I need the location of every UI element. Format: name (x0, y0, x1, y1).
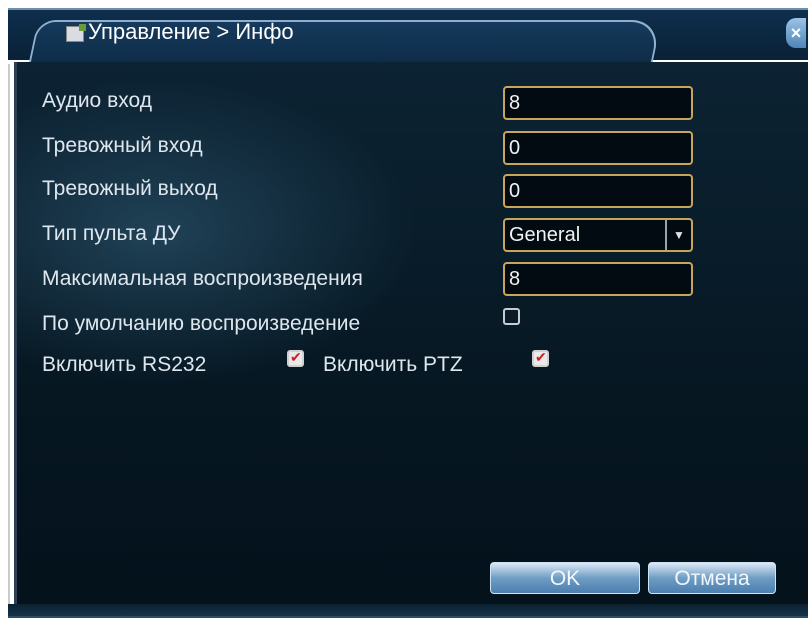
ptz-checkbox[interactable] (532, 349, 549, 367)
window-title: Управление > Инфо (88, 19, 294, 44)
rs232-checkbox[interactable] (287, 349, 304, 367)
max-playback-field[interactable]: 8 (503, 262, 693, 296)
alarm-in-label: Тревожный вход (42, 134, 203, 157)
remote-type-label: Тип пульта ДУ (42, 222, 181, 245)
ok-button[interactable]: OK (490, 562, 640, 594)
ptz-label: Включить PTZ (323, 353, 463, 376)
audio-in-label: Аудио вход (42, 89, 152, 112)
close-icon[interactable]: × (786, 18, 806, 48)
window-icon (66, 24, 86, 42)
audio-in-field[interactable]: 8 (503, 86, 693, 120)
alarm-in-field[interactable]: 0 (503, 131, 693, 165)
default-playback-checkbox[interactable] (503, 308, 520, 325)
alarm-out-field[interactable]: 0 (503, 174, 693, 208)
info-window: Управление > Инфо × Аудио вход 8 Тревожн… (0, 0, 808, 618)
rs232-label: Включить RS232 (42, 353, 207, 376)
alarm-out-label: Тревожный выход (42, 177, 218, 200)
cancel-button[interactable]: Отмена (648, 562, 776, 594)
default-playback-label: По умолчанию воспроизведение (42, 312, 361, 335)
remote-type-select[interactable]: General ▼ (503, 218, 693, 252)
remote-type-value: General (509, 224, 581, 246)
chevron-down-icon[interactable]: ▼ (665, 220, 691, 250)
max-playback-label: Максимальная воспроизведения (42, 267, 363, 290)
